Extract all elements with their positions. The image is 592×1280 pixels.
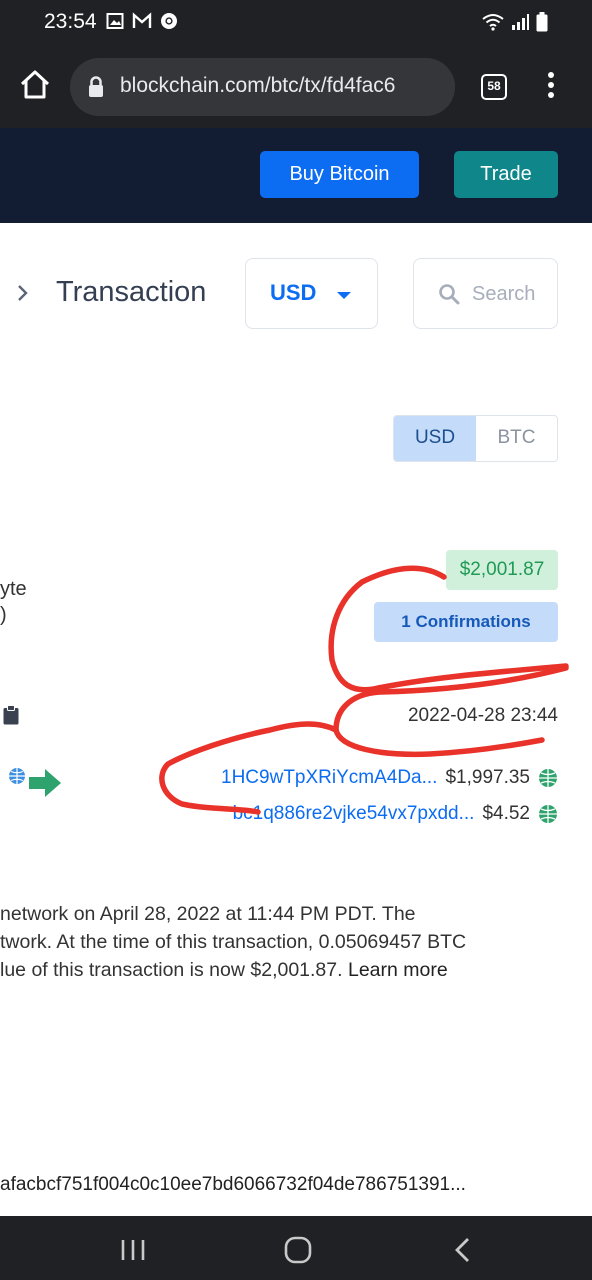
site-header: Buy Bitcoin Trade [0, 128, 592, 223]
url-fade [425, 58, 455, 116]
currency-dropdown[interactable]: USD [245, 258, 378, 329]
description-line: lue of this transaction is now $2,001.87… [0, 959, 448, 981]
output-value: $4.52 [482, 803, 530, 824]
output-row: bc1q886re2vjke54vx7pxdd... $4.52 [233, 803, 558, 825]
search-input[interactable] [472, 279, 552, 309]
wifi-icon [482, 14, 504, 31]
back-nav-icon[interactable] [452, 1237, 474, 1263]
currency-value: USD [270, 280, 317, 305]
home-nav-icon[interactable] [284, 1236, 312, 1264]
paren-fragment: ) [0, 604, 7, 626]
globe-icon[interactable] [538, 804, 558, 824]
output-row: 1HC9wTpXRiYcmA4Da... $1,997.35 [221, 767, 558, 789]
browser-toolbar: blockchain.com/btc/tx/fd4fac6 58 [0, 44, 592, 128]
description-line: twork. At the time of this transaction, … [0, 931, 467, 953]
size-fragment: yte [0, 578, 27, 600]
chevron-down-icon [337, 292, 351, 299]
system-icons [482, 12, 548, 32]
toggle-btc[interactable]: BTC [476, 416, 557, 461]
status-bar: 23:54 [0, 0, 592, 44]
output-address-link[interactable]: 1HC9wTpXRiYcmA4Da... [221, 767, 437, 789]
output-address-link[interactable]: bc1q886re2vjke54vx7pxdd... [233, 803, 475, 825]
globe-icon[interactable] [8, 767, 26, 785]
gmail-icon [132, 12, 152, 28]
output-value: $1,997.35 [445, 767, 530, 788]
notification-icons [106, 12, 178, 30]
transaction-hash: afacbcf751f004c0c10ee7bd6066732f04de7867… [0, 1174, 466, 1195]
page-title: Transaction [56, 276, 207, 308]
currency-toggle: USD BTC [393, 415, 558, 462]
globe-icon[interactable] [538, 768, 558, 788]
confirmations-badge: 1 Confirmations [374, 602, 558, 642]
url-text: blockchain.com/btc/tx/fd4fac6 [120, 74, 396, 97]
arrow-right-icon [29, 769, 61, 797]
breadcrumb-chevron-icon[interactable] [14, 282, 32, 304]
recent-apps-icon[interactable] [120, 1238, 146, 1262]
amount-badge: $2,001.87 [446, 550, 558, 590]
signal-icon [512, 14, 529, 30]
chrome-icon [161, 13, 177, 29]
learn-more-link[interactable]: Learn more [348, 959, 448, 981]
home-button[interactable] [18, 68, 52, 102]
clipboard-icon[interactable] [3, 705, 19, 725]
battery-icon [536, 12, 548, 32]
toggle-usd[interactable]: USD [394, 416, 476, 461]
search-field[interactable] [413, 258, 558, 329]
overflow-menu-icon[interactable] [544, 72, 558, 102]
address-bar[interactable]: blockchain.com/btc/tx/fd4fac6 [70, 58, 455, 116]
trade-button[interactable]: Trade [454, 151, 558, 198]
lock-icon [89, 76, 103, 97]
transaction-timestamp: 2022-04-28 23:44 [407, 705, 558, 726]
search-icon [439, 284, 460, 305]
tab-switcher-button[interactable]: 58 [481, 74, 507, 100]
status-time: 23:54 [44, 10, 97, 33]
image-icon [106, 13, 124, 29]
transaction-description: network on April 28, 2022 at 11:44 PM PD… [0, 900, 592, 984]
description-line: network on April 28, 2022 at 11:44 PM PD… [0, 903, 416, 925]
buy-bitcoin-button[interactable]: Buy Bitcoin [260, 151, 419, 198]
android-nav-bar [0, 1216, 592, 1280]
home-icon [20, 70, 50, 99]
